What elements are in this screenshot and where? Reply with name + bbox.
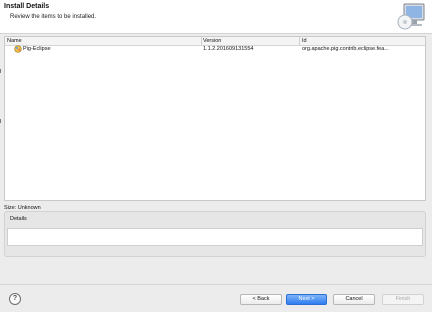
back-button[interactable]: < Back xyxy=(240,294,282,305)
wizard-header: Install Details Review the items to be i… xyxy=(0,0,432,34)
page-description: Review the items to be installed. xyxy=(10,14,97,20)
item-id: org.apache.pig.contrib.eclipse.fea... xyxy=(302,46,389,52)
table-row[interactable]: Pig-Eclipse 1.1.2.201609131554 org.apach… xyxy=(5,45,425,54)
next-button[interactable]: Next > xyxy=(286,294,327,305)
item-name: Pig-Eclipse xyxy=(23,46,51,52)
install-wizard-icon xyxy=(397,3,425,30)
feature-icon xyxy=(14,45,22,53)
window-edge-mark xyxy=(0,119,1,123)
column-divider[interactable] xyxy=(299,37,300,45)
item-version: 1.1.2.201609131554 xyxy=(203,46,254,52)
column-header-id[interactable]: Id xyxy=(302,38,307,44)
column-divider[interactable] xyxy=(201,37,202,45)
column-header-version[interactable]: Version xyxy=(203,38,221,44)
column-header-name[interactable]: Name xyxy=(7,38,22,44)
install-items-table[interactable]: Name Version Id Pig-Eclipse 1.1.2.201609… xyxy=(4,36,426,201)
details-group: Details xyxy=(4,211,426,257)
cancel-button[interactable]: Cancel xyxy=(333,294,375,305)
page-title: Install Details xyxy=(4,3,50,10)
help-icon[interactable]: ? xyxy=(9,293,21,305)
footer-divider xyxy=(0,284,432,285)
details-text-area[interactable] xyxy=(7,228,423,246)
finish-button[interactable]: Finish xyxy=(382,294,424,305)
details-label: Details xyxy=(10,216,27,222)
window-edge-mark xyxy=(0,69,1,73)
